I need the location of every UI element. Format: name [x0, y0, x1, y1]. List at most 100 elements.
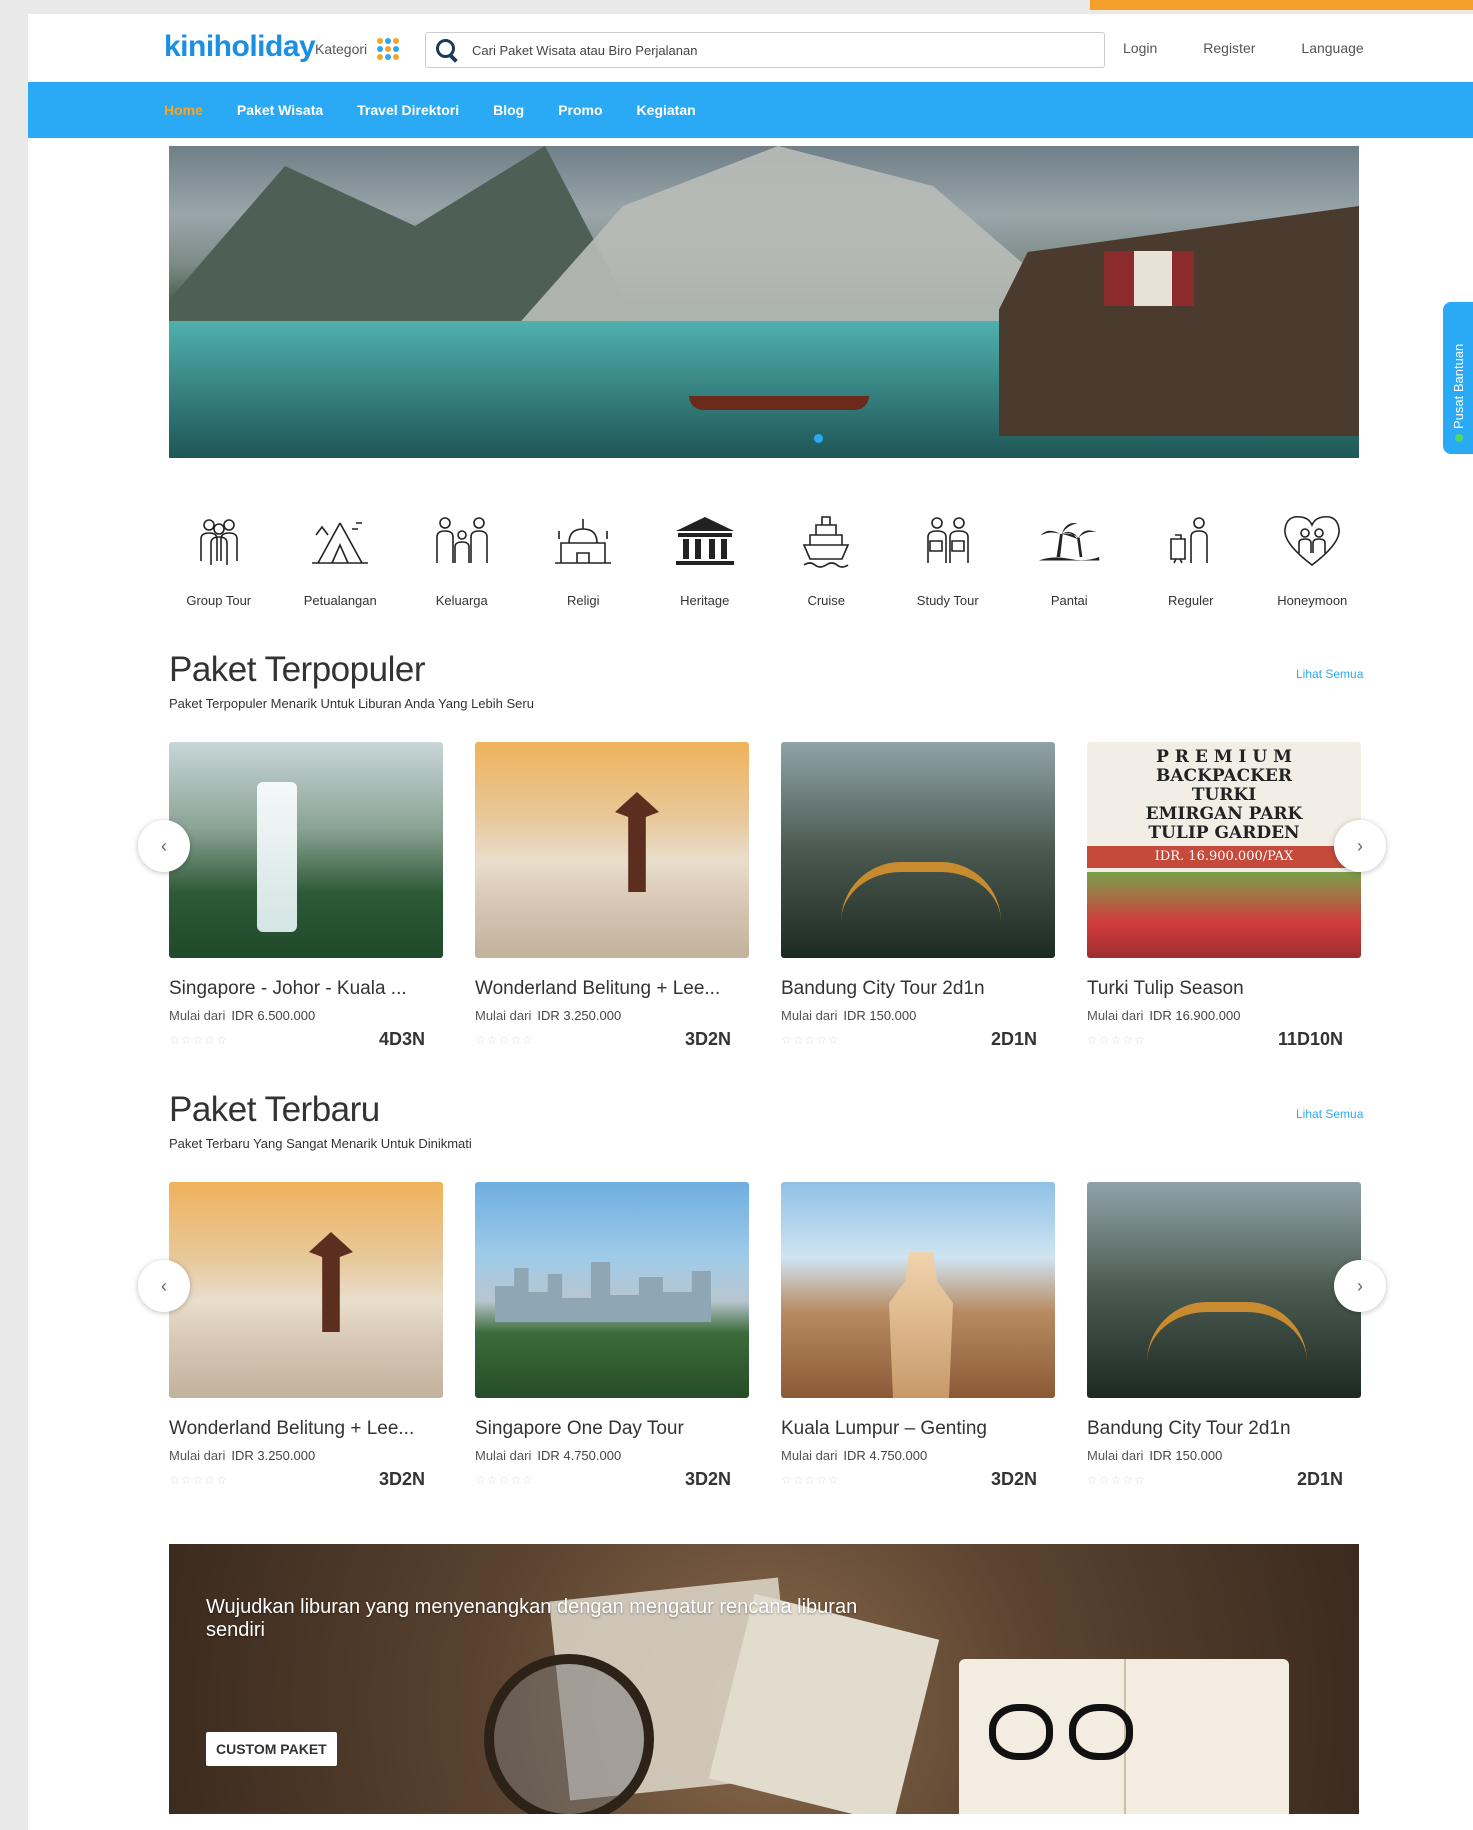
package-meta: ☆☆☆☆☆ 3D2N — [475, 1469, 731, 1490]
login-link[interactable]: Login — [1123, 40, 1157, 56]
glasses-icon — [989, 1704, 1139, 1774]
package-card[interactable]: Kuala Lumpur – Genting Mulai dari IDR 4.7… — [781, 1182, 1055, 1490]
language-link[interactable]: Language — [1301, 40, 1363, 56]
hero-slider[interactable] — [169, 146, 1359, 458]
package-duration: 3D2N — [378, 1469, 425, 1489]
package-card[interactable]: Bandung City Tour 2d1n Mulai dari IDR 150… — [781, 742, 1055, 1050]
package-duration: 3D2N — [684, 1469, 731, 1489]
package-duration: 11D10N — [1277, 1029, 1343, 1049]
package-name[interactable]: Wonderland Belitung + Lee... — [169, 1418, 443, 1440]
traveler-luggage-icon — [1159, 509, 1223, 573]
register-link[interactable]: Register — [1203, 40, 1255, 56]
rating-stars-icon: ☆☆☆☆☆ — [781, 1472, 840, 1487]
package-name[interactable]: Kuala Lumpur – Genting — [781, 1418, 1055, 1440]
package-card[interactable]: P R E M I U M BACKPACKER TURKI EMIRGAN P… — [1087, 742, 1361, 1050]
category-label: Pantai — [1050, 593, 1088, 608]
chevron-left-icon[interactable]: ‹ — [138, 820, 190, 872]
category-group-tour[interactable]: Group Tour — [158, 509, 280, 608]
package-name[interactable]: Turki Tulip Season — [1087, 978, 1361, 1000]
package-price: Mulai dari IDR 4.750.000 — [781, 1448, 928, 1463]
heart-couple-icon — [1280, 509, 1344, 573]
kategori-menu[interactable]: Kategori — [315, 38, 400, 60]
main-nav: Home Paket Wisata Travel Direktori Blog … — [28, 82, 1473, 138]
chevron-right-icon[interactable]: › — [1334, 820, 1386, 872]
package-card[interactable]: Singapore - Johor - Kuala ... Mulai dari… — [169, 742, 443, 1050]
rating-stars-icon: ☆☆☆☆☆ — [475, 1472, 534, 1487]
rating-stars-icon: ☆☆☆☆☆ — [169, 1032, 228, 1047]
category-pantai[interactable]: Pantai — [1009, 509, 1131, 608]
package-meta: ☆☆☆☆☆ 4D3N — [169, 1029, 425, 1050]
package-meta: ☆☆☆☆☆ 2D1N — [1087, 1469, 1343, 1490]
package-name[interactable]: Singapore One Day Tour — [475, 1418, 749, 1440]
category-honeymoon[interactable]: Honeymoon — [1252, 509, 1374, 608]
logo[interactable]: kiniholiday — [164, 30, 316, 64]
newest-subtitle: Paket Terbaru Yang Sangat Menarik Untuk … — [169, 1136, 472, 1151]
magnifier-icon — [484, 1654, 654, 1814]
package-duration: 3D2N — [990, 1469, 1037, 1489]
category-label: Keluarga — [435, 593, 488, 608]
newest-title: Paket Terbaru — [169, 1090, 380, 1129]
poster-flowers — [1087, 872, 1361, 958]
category-study-tour[interactable]: Study Tour — [887, 509, 1009, 608]
rating-stars-icon: ☆☆☆☆☆ — [1087, 1472, 1146, 1487]
nav-kegiatan[interactable]: Kegiatan — [637, 102, 696, 118]
package-image — [475, 1182, 749, 1398]
ship-icon — [794, 509, 858, 573]
top-links: Login Register Language — [1123, 40, 1364, 56]
popular-title: Paket Terpopuler — [169, 650, 425, 689]
category-heritage[interactable]: Heritage — [644, 509, 766, 608]
package-name[interactable]: Bandung City Tour 2d1n — [781, 978, 1055, 1000]
nav-paket-wisata[interactable]: Paket Wisata — [237, 102, 323, 118]
category-label: Heritage — [680, 593, 730, 608]
newest-see-all-link[interactable]: Lihat Semua — [1296, 1107, 1363, 1121]
package-image — [169, 742, 443, 958]
package-card[interactable]: Singapore One Day Tour Mulai dari IDR 4.7… — [475, 1182, 749, 1490]
online-status-icon — [1454, 434, 1463, 442]
package-meta: ☆☆☆☆☆ 3D2N — [475, 1029, 731, 1050]
chevron-right-icon[interactable]: › — [1334, 1260, 1386, 1312]
package-price: Mulai dari IDR 150.000 — [781, 1008, 917, 1023]
nav-promo[interactable]: Promo — [558, 102, 602, 118]
category-religi[interactable]: Religi — [523, 509, 645, 608]
package-meta: ☆☆☆☆☆ 11D10N — [1087, 1029, 1343, 1050]
package-name[interactable]: Wonderland Belitung + Lee... — [475, 978, 749, 1000]
nav-blog[interactable]: Blog — [493, 102, 524, 118]
nav-travel-direktori[interactable]: Travel Direktori — [357, 102, 459, 118]
newest-carousel: Wonderland Belitung + Lee... Mulai dari I… — [169, 1182, 1361, 1502]
package-card[interactable]: Wonderland Belitung + Lee... Mulai dari I… — [475, 742, 749, 1050]
popular-see-all-link[interactable]: Lihat Semua — [1296, 667, 1363, 681]
package-duration: 3D2N — [684, 1029, 731, 1049]
category-label: Group Tour — [186, 593, 252, 608]
package-card[interactable]: Bandung City Tour 2d1n Mulai dari IDR 150… — [1087, 1182, 1361, 1490]
header: kiniholiday Kategori Login Register Lang… — [28, 14, 1473, 82]
poster-text: P R E M I U M BACKPACKER TURKI EMIRGAN P… — [1145, 747, 1303, 843]
palm-tree-icon — [1037, 509, 1101, 573]
category-petualangan[interactable]: Petualangan — [280, 509, 402, 608]
rating-stars-icon: ☆☆☆☆☆ — [1087, 1032, 1146, 1047]
package-price: Mulai dari IDR 3.250.000 — [475, 1008, 622, 1023]
rating-stars-icon: ☆☆☆☆☆ — [169, 1472, 228, 1487]
package-name[interactable]: Singapore - Johor - Kuala ... — [169, 978, 443, 1000]
category-cruise[interactable]: Cruise — [766, 509, 888, 608]
chevron-left-icon[interactable]: ‹ — [138, 1260, 190, 1312]
help-center-tab[interactable]: Pusat Bantuan — [1443, 302, 1473, 454]
poster-price-band: IDR. 16.900.000/PAX — [1087, 846, 1361, 868]
study-tour-icon — [916, 509, 980, 573]
family-icon — [430, 509, 494, 573]
page: kiniholiday Kategori Login Register Lang… — [28, 14, 1473, 1830]
package-card[interactable]: Wonderland Belitung + Lee... Mulai dari I… — [169, 1182, 443, 1490]
category-reguler[interactable]: Reguler — [1130, 509, 1252, 608]
search-icon[interactable] — [434, 37, 460, 63]
cabin-shutter — [1172, 251, 1194, 306]
package-name[interactable]: Bandung City Tour 2d1n — [1087, 1418, 1361, 1440]
package-duration: 2D1N — [990, 1029, 1037, 1049]
package-price: Mulai dari IDR 6.500.000 — [169, 1008, 316, 1023]
tent-icon — [308, 509, 372, 573]
category-keluarga[interactable]: Keluarga — [401, 509, 523, 608]
slider-dot[interactable] — [814, 434, 823, 443]
nav-home[interactable]: Home — [164, 102, 203, 118]
rating-stars-icon: ☆☆☆☆☆ — [781, 1032, 840, 1047]
search-input[interactable] — [472, 42, 1072, 58]
package-price: Mulai dari IDR 4.750.000 — [475, 1448, 622, 1463]
custom-paket-button[interactable]: CUSTOM PAKET — [206, 1732, 337, 1766]
